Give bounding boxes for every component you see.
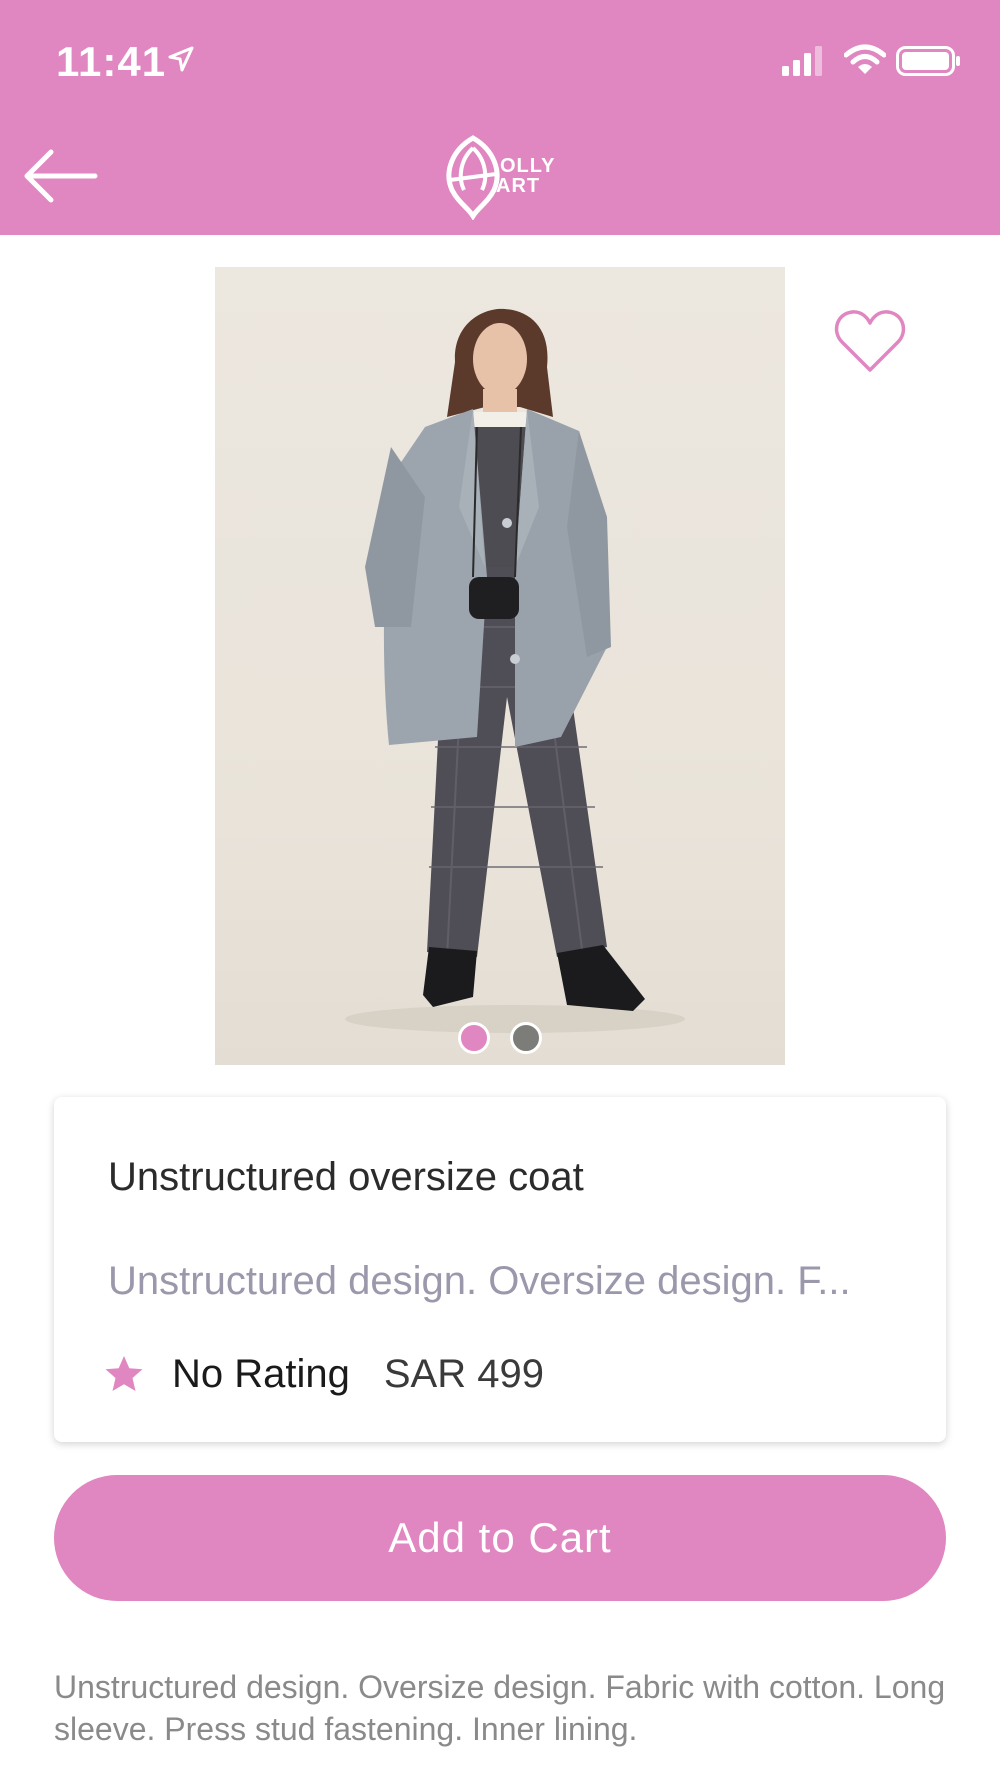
- arrow-left-icon: [24, 149, 98, 203]
- page-dot-1[interactable]: [458, 1022, 490, 1054]
- rating-text: No Rating: [172, 1351, 350, 1396]
- status-time: 11:41: [56, 38, 167, 85]
- favorite-button[interactable]: [834, 306, 906, 376]
- product-long-description: Unstructured design. Oversize design. Fa…: [54, 1669, 946, 1747]
- logo-text-art: ART: [496, 175, 541, 197]
- product-name: Unstructured oversize coat: [108, 1155, 584, 1199]
- rating-price-row: No Rating SAR 499: [104, 1349, 544, 1399]
- battery-icon: [896, 46, 960, 76]
- star-icon: [105, 1356, 143, 1391]
- logo-text-olly: OLLY: [500, 155, 556, 177]
- product-info-card: Unstructured oversize coat Unstructured …: [54, 1097, 946, 1442]
- product-image[interactable]: [215, 267, 785, 1065]
- page-dot-2[interactable]: [510, 1022, 542, 1054]
- brand-logo: OLLY ART: [438, 134, 568, 220]
- product-price: SAR 499: [383, 1351, 544, 1396]
- nav-bar: OLLY ART: [0, 120, 1000, 235]
- status-bar: 11:41: [0, 0, 1000, 120]
- image-pagination: [0, 1022, 1000, 1056]
- model-photo: [345, 308, 685, 1033]
- back-button[interactable]: [18, 146, 102, 206]
- signal-icon: [782, 46, 822, 76]
- app-header: 11:41 OLLY ART: [0, 0, 1000, 235]
- heart-outline-icon: [834, 310, 906, 372]
- location-arrow-icon: [168, 46, 194, 72]
- add-to-cart-button[interactable]: Add to Cart: [54, 1475, 946, 1601]
- product-short-description: Unstructured design. Oversize design. F.…: [108, 1259, 851, 1303]
- wifi-icon: [844, 44, 886, 74]
